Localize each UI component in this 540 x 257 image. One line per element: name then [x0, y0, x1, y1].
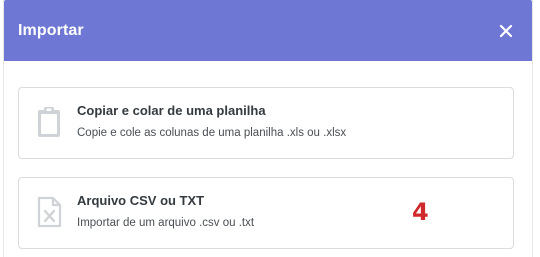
- option-description: Importar de um arquivo .csv ou .txt: [77, 217, 255, 229]
- dialog-header: Importar: [4, 0, 532, 61]
- option-description: Copie e cole as colunas de uma planilha …: [77, 127, 347, 139]
- option-csv-txt-file[interactable]: Arquivo CSV ou TXT Importar de um arquiv…: [18, 177, 514, 249]
- close-icon: [499, 24, 513, 37]
- option-title: Copiar e colar de uma planilha: [77, 103, 266, 118]
- import-dialog: Importar Copiar e colar de uma planilha …: [3, 0, 533, 257]
- annotation-number: 4: [412, 198, 429, 226]
- option-copy-paste-spreadsheet[interactable]: Copiar e colar de uma planilha Copie e c…: [18, 87, 514, 159]
- close-button[interactable]: [496, 21, 516, 41]
- option-title: Arquivo CSV ou TXT: [77, 193, 205, 208]
- file-x-icon: [37, 196, 62, 228]
- dialog-title: Importar: [18, 21, 84, 39]
- clipboard-icon: [38, 107, 60, 137]
